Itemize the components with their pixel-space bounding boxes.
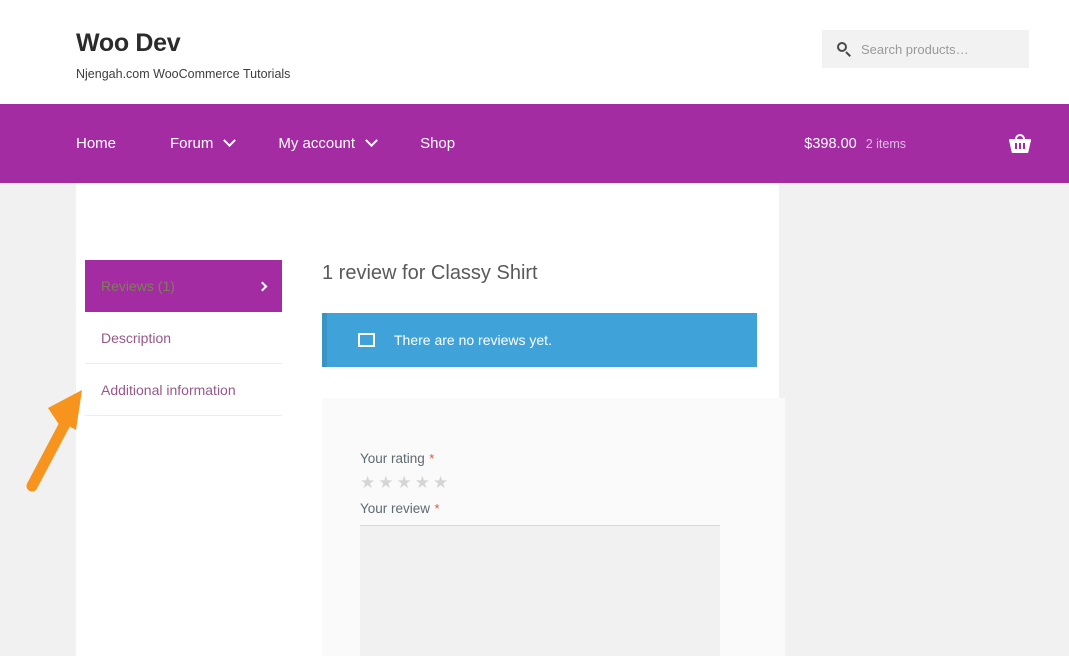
notice-text: There are no reviews yet.: [394, 332, 552, 348]
search-icon: [837, 42, 851, 57]
nav-item-label: Home: [76, 135, 117, 152]
no-reviews-notice: There are no reviews yet.: [322, 313, 757, 367]
rating-label: Your rating: [360, 451, 425, 466]
content-column: Reviews (1) Description Additional infor…: [76, 183, 785, 656]
star-icon[interactable]: ★: [415, 474, 430, 491]
star-icon[interactable]: ★: [433, 474, 448, 491]
tab-label: Description: [101, 329, 172, 346]
search-input[interactable]: [861, 41, 1021, 57]
nav-item-label: My account: [278, 135, 356, 152]
product-search-box[interactable]: [822, 30, 1029, 68]
star-icon[interactable]: ★: [397, 474, 412, 491]
chevron-right-icon: [257, 281, 268, 291]
cart-item-count: 2 items: [865, 136, 906, 151]
site-header: Woo Dev Njengah.com WooCommerce Tutorial…: [0, 0, 1069, 104]
nav-item-forum[interactable]: Forum: [170, 134, 258, 152]
site-title: Woo Dev: [76, 29, 181, 57]
rating-required-marker: *: [429, 451, 435, 466]
review-label: Your review: [360, 501, 431, 516]
primary-navigation-bar: Home Forum My account Shop $398.00 2 ite…: [0, 104, 1069, 183]
tab-label: Additional information: [101, 381, 236, 398]
chevron-down-icon: [365, 134, 378, 148]
review-form: Your rating * ★ ★ ★ ★ ★ Your review *: [322, 398, 785, 656]
product-tabs: Reviews (1) Description Additional infor…: [85, 260, 282, 416]
review-textarea[interactable]: [360, 525, 720, 656]
review-required-marker: *: [434, 501, 440, 516]
nav-item-home[interactable]: Home: [76, 135, 140, 152]
site-tagline: Njengah.com WooCommerce Tutorials: [76, 66, 291, 81]
nav-item-label: Forum: [170, 135, 214, 152]
cart-summary[interactable]: $398.00 2 items: [804, 104, 1069, 183]
tab-additional-information[interactable]: Additional information: [85, 364, 282, 416]
tab-label: Reviews (1): [101, 278, 175, 294]
tab-description[interactable]: Description: [85, 312, 282, 364]
site-branding[interactable]: Woo Dev Njengah.com WooCommerce Tutorial…: [76, 29, 291, 82]
nav-item-my-account[interactable]: My account: [278, 134, 400, 152]
shopping-basket-icon[interactable]: [1009, 134, 1031, 153]
primary-menu: Home Forum My account Shop: [76, 104, 499, 183]
star-icon[interactable]: ★: [378, 474, 393, 491]
reviews-panel: 1 review for Classy Shirt There are no r…: [322, 183, 785, 656]
nav-item-label: Shop: [420, 135, 456, 152]
note-window-icon: [358, 333, 375, 347]
star-icon[interactable]: ★: [360, 474, 375, 491]
chevron-down-icon: [223, 134, 237, 148]
cart-total: $398.00: [804, 135, 857, 152]
page-root: Woo Dev Njengah.com WooCommerce Tutorial…: [0, 0, 1069, 656]
rating-field: Your rating * ★ ★ ★ ★ ★: [360, 450, 785, 491]
review-text-field: Your review *: [360, 500, 785, 656]
star-rating-input[interactable]: ★ ★ ★ ★ ★: [360, 474, 785, 491]
page-title: 1 review for Classy Shirt: [322, 262, 538, 284]
tab-reviews[interactable]: Reviews (1): [85, 260, 282, 312]
nav-item-shop[interactable]: Shop: [420, 135, 479, 152]
